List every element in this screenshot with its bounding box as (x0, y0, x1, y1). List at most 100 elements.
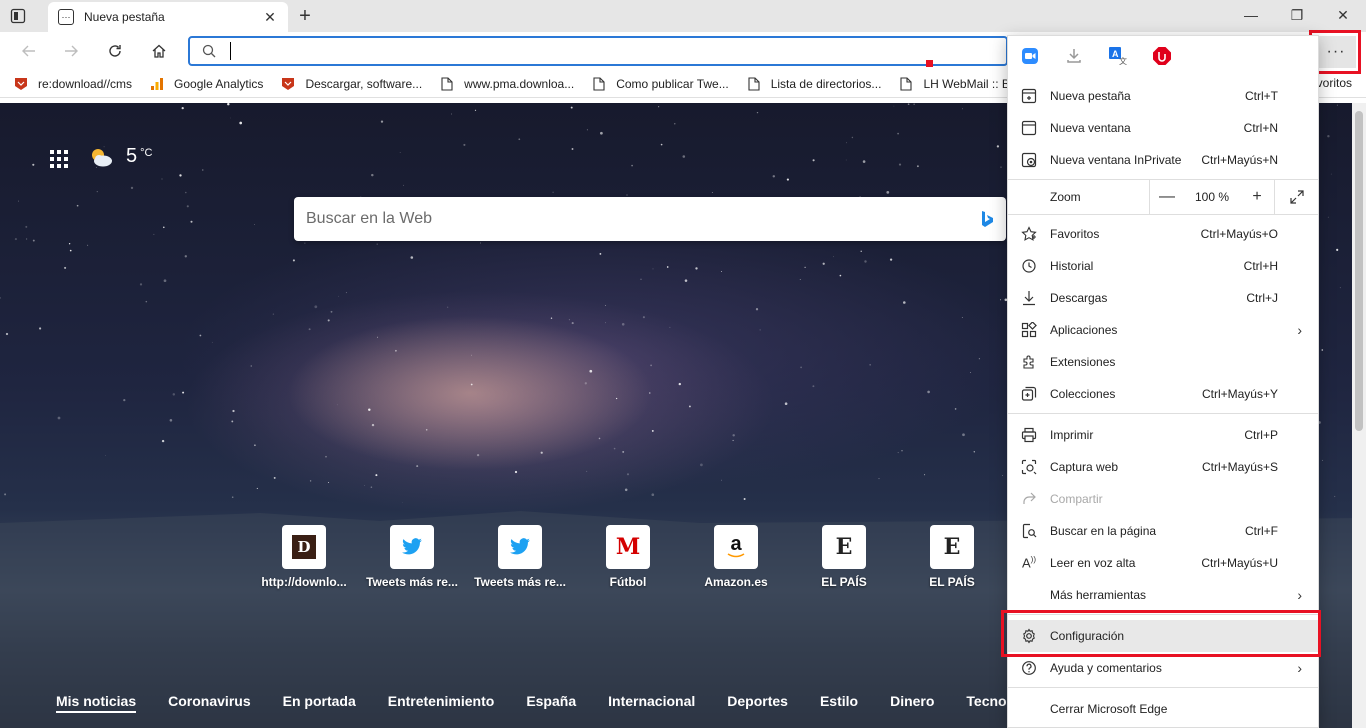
star (924, 474, 926, 476)
tab-close-icon[interactable]: ✕ (262, 9, 278, 25)
star (642, 316, 645, 319)
star (755, 308, 759, 311)
menu-history[interactable]: Historial Ctrl+H (1008, 250, 1318, 282)
notification-marker (926, 60, 933, 67)
star (163, 279, 167, 283)
new-tab-button[interactable]: + (294, 5, 316, 27)
top-site-tile[interactable]: a Amazon.es (682, 525, 790, 589)
translate-icon[interactable]: A文 (1108, 46, 1128, 66)
minimize-button[interactable]: — (1228, 0, 1274, 30)
maximize-button[interactable]: ❐ (1274, 0, 1320, 30)
top-site-tile[interactable]: Tweets más re... (358, 525, 466, 589)
news-tab-espana[interactable]: España (526, 693, 576, 713)
forward-button[interactable] (58, 38, 84, 64)
top-site-tile[interactable]: Tweets más re... (466, 525, 574, 589)
address-bar[interactable] (188, 36, 1008, 66)
star (970, 372, 971, 373)
menu-find-in-page[interactable]: Buscar en la página Ctrl+F (1008, 515, 1318, 547)
bookmark-item[interactable]: re:download//cms (14, 72, 132, 96)
star (901, 450, 903, 452)
refresh-button[interactable] (102, 38, 128, 64)
star (463, 143, 466, 146)
menu-new-inprivate-window[interactable]: Nueva ventana InPrivate Ctrl+Mayús+N (1008, 144, 1318, 176)
bookmark-item[interactable]: Descargar, software... (281, 72, 422, 96)
bookmark-item[interactable]: Lista de directorios... (747, 72, 881, 96)
star (682, 155, 686, 158)
menu-close-edge[interactable]: Cerrar Microsoft Edge (1008, 693, 1318, 725)
apps-launcher-icon[interactable] (50, 150, 68, 168)
page-scrollbar[interactable] (1352, 103, 1366, 728)
bookmark-item[interactable]: LH WebMail :: Bi (899, 72, 1013, 96)
home-button[interactable] (146, 38, 172, 64)
zoom-out-button[interactable]: — (1150, 180, 1184, 214)
back-button[interactable] (16, 38, 42, 64)
download-icon[interactable] (1064, 46, 1084, 66)
window-close-button[interactable]: ✕ (1320, 0, 1366, 30)
bookmark-item[interactable]: Google Analytics (150, 72, 263, 96)
menu-collections[interactable]: Colecciones Ctrl+Mayús+Y (1008, 378, 1318, 410)
top-site-tile[interactable]: E EL PAÍS (898, 525, 1006, 589)
news-tab-internacional[interactable]: Internacional (608, 693, 695, 713)
star (447, 306, 449, 308)
menu-new-tab[interactable]: Nueva pestaña Ctrl+T (1008, 80, 1318, 112)
top-site-tile[interactable]: D http://downlo... (250, 525, 358, 589)
menu-web-capture[interactable]: Captura web Ctrl+Mayús+S (1008, 451, 1318, 483)
other-favorites-link[interactable]: voritos (1317, 76, 1352, 90)
news-tab-mis-noticias[interactable]: Mis noticias (56, 693, 137, 713)
menu-read-aloud[interactable]: A)) Leer en voz alta Ctrl+Mayús+U (1008, 547, 1318, 579)
menu-favorites[interactable]: Favoritos Ctrl+Mayús+O (1008, 218, 1318, 250)
bookmark-item[interactable]: Como publicar Twe... (592, 72, 729, 96)
adblock-icon[interactable] (1152, 46, 1172, 66)
partly-cloudy-icon (92, 148, 112, 166)
star (678, 382, 681, 386)
site-d-icon: D (282, 525, 326, 569)
menu-extensions[interactable]: Extensiones (1008, 346, 1318, 378)
tab-new-tab[interactable]: ··· Nueva pestaña ✕ (48, 2, 288, 32)
star (721, 479, 722, 481)
bookmark-item[interactable]: www.pma.downloa... (440, 72, 574, 96)
star (273, 476, 276, 479)
star (961, 108, 963, 110)
star (570, 106, 573, 109)
tab-strip: ··· Nueva pestaña ✕ + — ❐ ✕ (0, 0, 1366, 32)
star (720, 271, 722, 273)
shield-icon (281, 77, 295, 91)
star (869, 364, 871, 366)
star (552, 191, 554, 194)
star (631, 164, 633, 167)
zoom-in-button[interactable]: + (1240, 180, 1274, 214)
inprivate-icon (1020, 151, 1038, 169)
news-tab-estilo[interactable]: Estilo (820, 693, 858, 713)
menu-separator (1008, 214, 1318, 215)
menu-apps[interactable]: Aplicaciones › (1008, 314, 1318, 346)
tab-actions-icon[interactable] (8, 6, 28, 26)
star (784, 402, 788, 406)
star (1330, 173, 1332, 175)
star (325, 455, 327, 458)
fullscreen-icon[interactable] (1274, 180, 1318, 214)
top-site-tile[interactable]: M Fútbol (574, 525, 682, 589)
news-tab-coronavirus[interactable]: Coronavirus (168, 693, 250, 713)
star (327, 319, 330, 322)
news-tab-entretenimiento[interactable]: Entretenimiento (388, 693, 495, 713)
web-search-box[interactable]: Buscar en la Web (294, 197, 1006, 241)
star (571, 148, 574, 150)
star (375, 474, 378, 477)
news-tab-deportes[interactable]: Deportes (727, 693, 788, 713)
weather-widget[interactable]: 5 °C (88, 145, 152, 168)
news-categories: Mis noticias Coronavirus En portada Entr… (56, 693, 1039, 713)
bing-icon[interactable] (980, 210, 994, 228)
menu-downloads[interactable]: Descargas Ctrl+J (1008, 282, 1318, 314)
menu-new-window[interactable]: Nueva ventana Ctrl+N (1008, 112, 1318, 144)
scrollbar-thumb[interactable] (1355, 111, 1363, 431)
news-tab-en-portada[interactable]: En portada (283, 693, 356, 713)
star (898, 163, 902, 166)
star (145, 300, 148, 303)
news-tab-dinero[interactable]: Dinero (890, 693, 934, 713)
menu-more-tools[interactable]: Más herramientas › (1008, 579, 1318, 611)
star (973, 451, 975, 453)
star (190, 220, 193, 223)
top-site-tile[interactable]: E EL PAÍS (790, 525, 898, 589)
menu-print[interactable]: Imprimir Ctrl+P (1008, 419, 1318, 451)
zoom-meeting-icon[interactable] (1020, 46, 1040, 66)
